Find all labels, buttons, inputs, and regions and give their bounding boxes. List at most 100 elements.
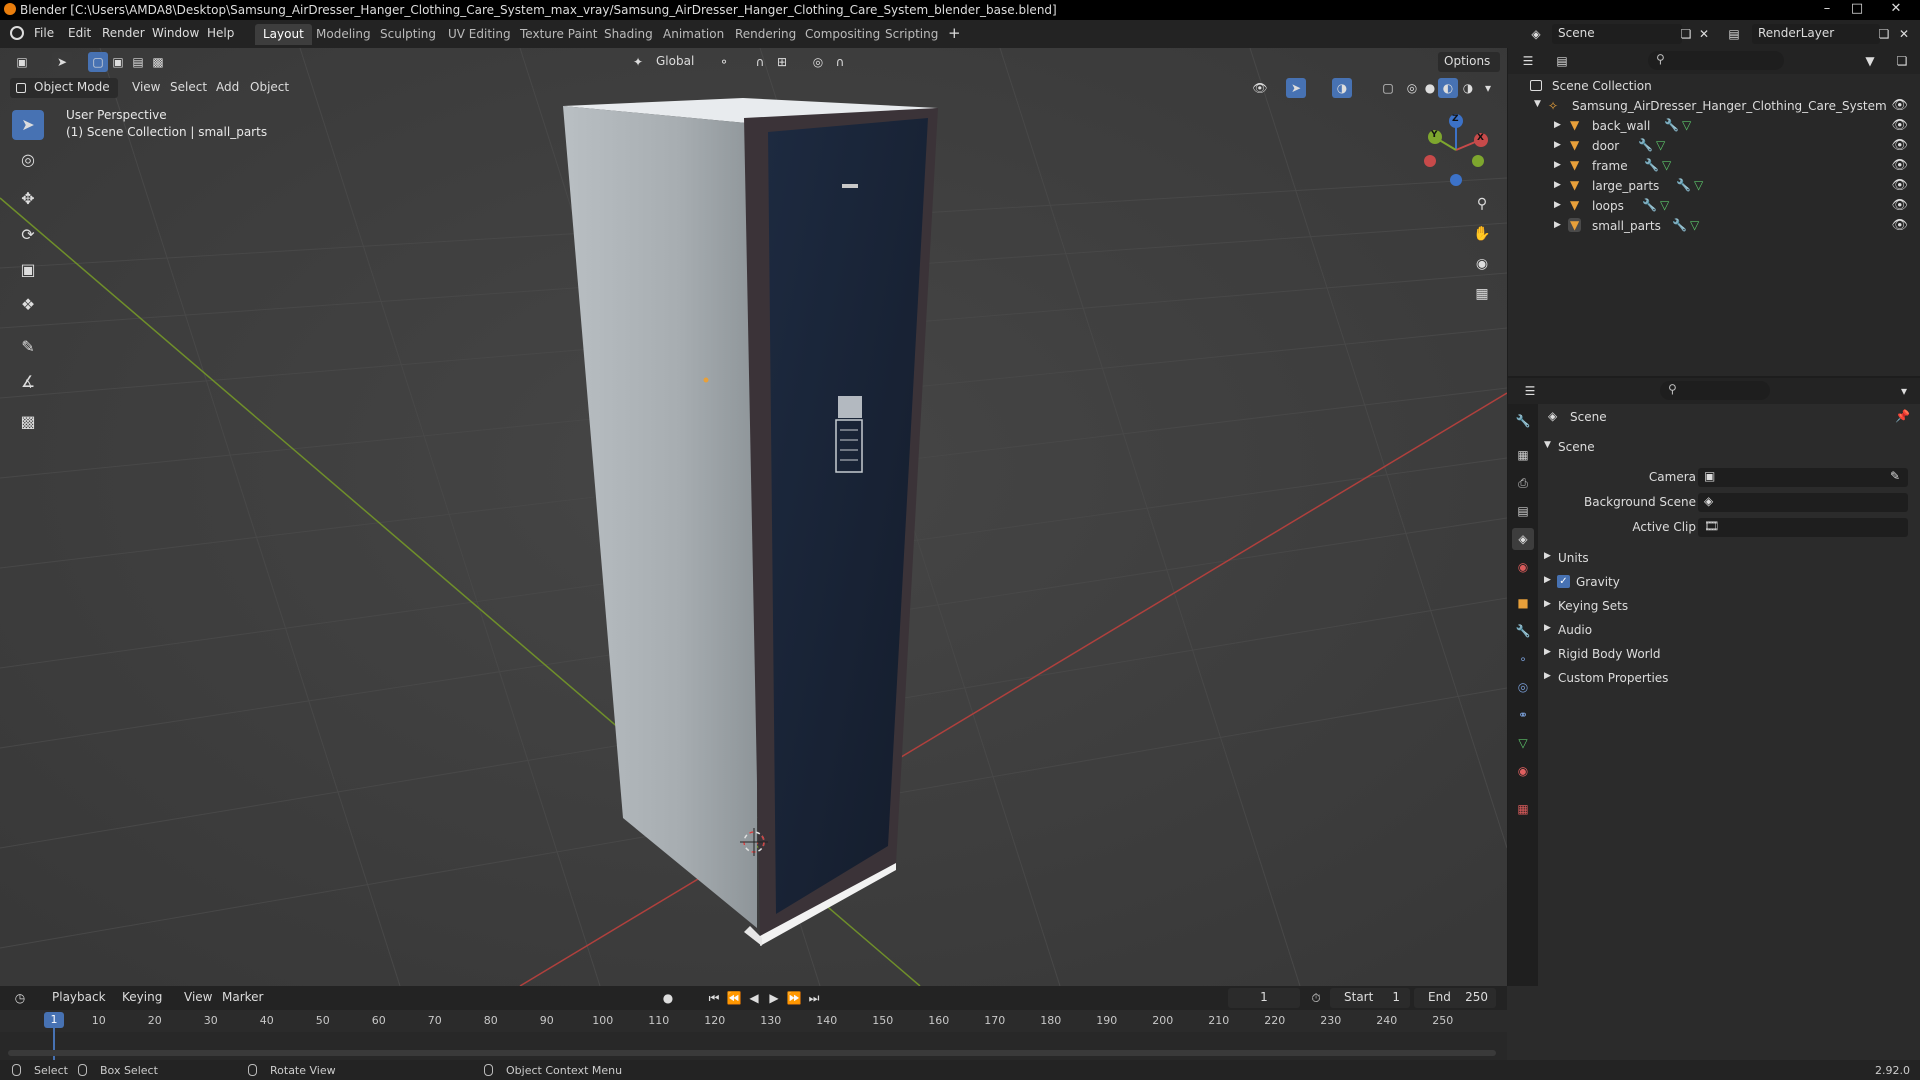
tab-sculpting[interactable]: Sculpting <box>372 24 444 45</box>
cursor-tool-icon[interactable]: ◎ <box>12 145 44 175</box>
tab-uv-editing[interactable]: UV Editing <box>440 24 519 45</box>
record-keyframe-icon[interactable]: ● <box>658 988 678 1008</box>
texture-tab-icon[interactable]: ▦ <box>1512 798 1534 820</box>
falloff-icon[interactable]: ∩ <box>830 52 850 72</box>
modifier-wrench-icon[interactable]: 🔧 <box>1664 118 1679 132</box>
outliner-scene-collection[interactable]: Scene Collection <box>1508 76 1920 96</box>
subpanel-keying-sets[interactable]: ▶ Keying Sets <box>1538 595 1920 617</box>
timeline-menu-keying[interactable]: Keying <box>122 990 162 1004</box>
particles-tab-icon[interactable]: ∘ <box>1512 648 1534 670</box>
properties-editor-type-icon[interactable]: ☰ <box>1520 381 1540 401</box>
annotate-tool-icon[interactable]: ✎ <box>12 332 44 362</box>
outliner-object-row[interactable]: ▶ ▼ frame 🔧 ▽ 👁 <box>1508 156 1920 176</box>
menu-file[interactable]: File <box>34 26 54 40</box>
camera-view-icon[interactable]: ◉ <box>1470 252 1494 276</box>
outliner-object-row[interactable]: ▶ ▼ door 🔧 ▽ 👁 <box>1508 136 1920 156</box>
transform-tool-icon[interactable]: ❖ <box>12 290 44 320</box>
viewport-menu-view[interactable]: View <box>132 80 160 94</box>
new-scene-icon[interactable]: ❏ <box>1676 24 1696 44</box>
shading-options-icon[interactable]: ▾ <box>1478 78 1498 98</box>
menu-render[interactable]: Render <box>102 26 145 40</box>
visibility-eye-icon[interactable]: 👁 <box>1891 98 1908 113</box>
mesh-data-icon[interactable]: ▽ <box>1662 158 1671 172</box>
play-icon[interactable]: ▶ <box>764 988 784 1008</box>
object-visibility-icon[interactable]: 👁 <box>1250 78 1270 98</box>
outliner-collection-row[interactable]: ▼ ✧ Samsung_AirDresser_Hanger_Clothing_C… <box>1508 96 1920 116</box>
tab-modeling[interactable]: Modeling <box>308 24 379 45</box>
modifier-wrench-icon[interactable]: 🔧 <box>1638 138 1653 152</box>
move-tool-icon[interactable]: ✥ <box>12 184 44 214</box>
end-frame-field[interactable]: End 250 <box>1414 988 1496 1008</box>
mesh-data-icon[interactable]: ▽ <box>1660 198 1669 212</box>
gravity-checkbox[interactable]: ✓ <box>1557 575 1570 588</box>
options-dropdown[interactable]: Options <box>1438 52 1500 72</box>
blender-menu-icon[interactable] <box>10 26 24 40</box>
display-mode-icon[interactable]: ▤ <box>1552 51 1572 71</box>
orientation-icon[interactable]: ✦ <box>628 52 648 72</box>
overlay-toggle-icon[interactable]: ◑ <box>1332 78 1352 98</box>
object-tab-icon[interactable]: ■ <box>1512 592 1534 614</box>
next-keyframe-icon[interactable]: ⏩ <box>784 988 804 1008</box>
gizmo-toggle-icon[interactable]: ➤ <box>1286 78 1306 98</box>
add-cube-tool-icon[interactable]: ▩ <box>12 407 44 437</box>
measure-tool-icon[interactable]: ∡ <box>12 367 44 397</box>
xray-toggle-icon[interactable]: ▢ <box>1378 78 1398 98</box>
prev-keyframe-icon[interactable]: ⏪ <box>724 988 744 1008</box>
material-tab-icon[interactable]: ◉ <box>1512 760 1534 782</box>
play-reverse-icon[interactable]: ◀ <box>744 988 764 1008</box>
visibility-eye-icon[interactable]: 👁 <box>1891 198 1908 213</box>
tab-shading[interactable]: Shading <box>596 24 661 45</box>
timeline-scrollbar[interactable] <box>8 1050 1496 1056</box>
visibility-eye-icon[interactable]: 👁 <box>1891 138 1908 153</box>
start-frame-field[interactable]: Start 1 <box>1330 988 1410 1008</box>
outliner-object-row[interactable]: ▶ ▼ back_wall 🔧 ▽ 👁 <box>1508 116 1920 136</box>
scene-tab-icon[interactable]: ◈ <box>1512 528 1534 550</box>
viewport-menu-add[interactable]: Add <box>216 80 239 94</box>
scene-selector[interactable]: Scene <box>1552 24 1682 44</box>
snap-icon[interactable]: ∩ <box>750 52 770 72</box>
scene-browse-icon[interactable]: ◈ <box>1526 24 1546 44</box>
menu-window[interactable]: Window <box>152 26 199 40</box>
solid-shading-icon[interactable]: ● <box>1420 78 1440 98</box>
tab-rendering[interactable]: Rendering <box>727 24 804 45</box>
menu-edit[interactable]: Edit <box>68 26 91 40</box>
background-scene-field[interactable] <box>1698 493 1908 512</box>
proportional-edit-icon[interactable]: ◎ <box>808 52 828 72</box>
snap-target-icon[interactable]: ⊞ <box>772 52 792 72</box>
zoom-view-icon[interactable]: ⚲ <box>1470 192 1494 216</box>
subpanel-gravity[interactable]: ▶ ✓ Gravity <box>1538 571 1920 593</box>
properties-options-icon[interactable]: ▾ <box>1894 381 1914 401</box>
outliner-object-row[interactable]: ▶ ▼ loops 🔧 ▽ 👁 <box>1508 196 1920 216</box>
add-workspace-icon[interactable]: + <box>948 24 961 42</box>
object-mode-dropdown[interactable]: Object Mode <box>10 78 118 98</box>
timeline-area[interactable]: 10 20 30 40 50 60 70 80 90 100 110 120 130 140 150 160 1… <box>0 1010 1507 1060</box>
visibility-eye-icon[interactable]: 👁 <box>1891 218 1908 233</box>
modifier-wrench-icon[interactable]: 🔧 <box>1642 198 1657 212</box>
expand-arrow-icon[interactable]: ▶ <box>1554 200 1561 210</box>
tab-layout[interactable]: Layout <box>255 24 312 45</box>
jump-end-icon[interactable]: ⏭ <box>804 988 824 1008</box>
expand-arrow-icon[interactable]: ▶ <box>1554 160 1561 170</box>
jump-start-icon[interactable]: ⏮ <box>704 988 724 1008</box>
3d-viewport[interactable]: User Perspective (1) Scene Collection | … <box>0 48 1507 986</box>
data-tab-icon[interactable]: ▽ <box>1512 732 1534 754</box>
mesh-data-icon[interactable]: ▽ <box>1694 178 1703 192</box>
mesh-data-icon[interactable]: ▽ <box>1656 138 1665 152</box>
renderlayer-selector[interactable]: RenderLayer <box>1752 24 1880 44</box>
material-shading-icon[interactable]: ◐ <box>1438 78 1458 98</box>
expand-arrow-icon[interactable]: ▶ <box>1554 180 1561 190</box>
world-tab-icon[interactable]: ◉ <box>1512 556 1534 578</box>
new-renderlayer-icon[interactable]: ❏ <box>1874 24 1894 44</box>
modifier-wrench-icon[interactable]: 🔧 <box>1672 218 1687 232</box>
outliner-editor-type-icon[interactable]: ☰ <box>1518 51 1538 71</box>
editor-type-icon[interactable]: ▣ <box>12 52 32 72</box>
expand-arrow-icon[interactable]: ▶ <box>1554 120 1561 130</box>
current-frame-field[interactable]: 1 <box>1228 988 1300 1008</box>
tab-texture-paint[interactable]: Texture Paint <box>512 24 605 45</box>
mesh-data-icon[interactable]: ▽ <box>1682 118 1691 132</box>
select-box-tool-icon[interactable]: ➤ <box>12 110 44 140</box>
delete-renderlayer-icon[interactable]: ✕ <box>1894 24 1914 44</box>
visibility-eye-icon[interactable]: 👁 <box>1891 178 1908 193</box>
maximize-button[interactable]: □ <box>1842 0 1872 20</box>
pin-icon[interactable]: 📌 <box>1895 409 1910 423</box>
